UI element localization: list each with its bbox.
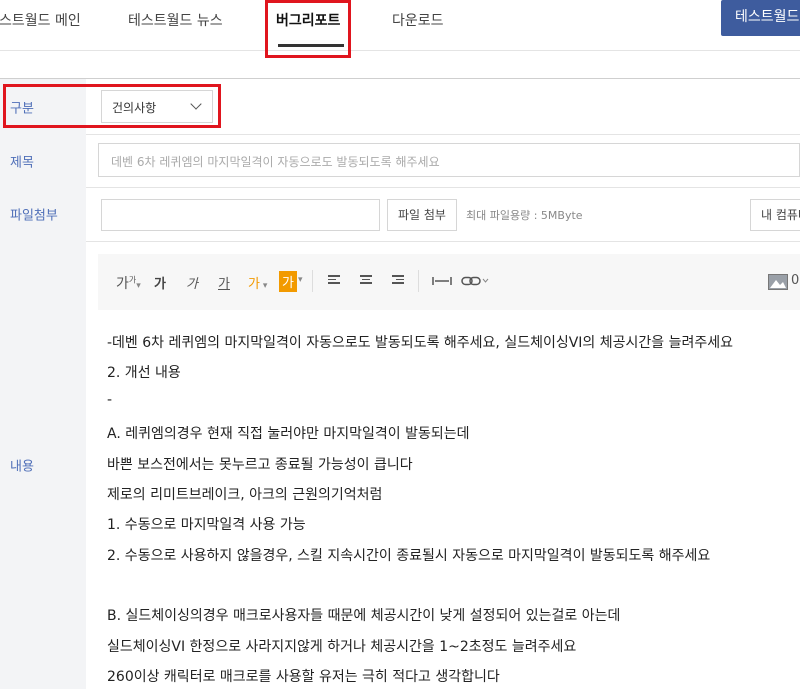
title-row: 제목 데벤 6차 레퀴엠의 마지막일격이 자동으로도 발동되도록 해주세요	[0, 134, 800, 188]
attachment-row: 파일첨부 파일 첨부 최대 파일용량 : 5MByte 내 컴퓨터	[0, 187, 800, 242]
max-size-hint: 최대 파일용량 : 5MByte	[466, 209, 583, 222]
toolbar-separator	[418, 270, 419, 292]
attachment-label-cell: 파일첨부	[0, 187, 86, 241]
editor-line: 2. 수동으로 사용하지 않을경우, 스킬 지속시간이 종료될시 자동으로 마지…	[107, 548, 711, 564]
editor-line: B. 실드체이싱의경우 매크로사용자들 때문에 체공시간이 낮게 설정되어 있는…	[107, 608, 621, 624]
testworld-button[interactable]: 테스트월드	[721, 0, 800, 36]
editor-body[interactable]: -데벤 6차 레퀴엠의 마지막일격이 자동으로도 발동되도록 해주세요, 실드체…	[98, 310, 800, 689]
highlight-box-category	[3, 84, 221, 128]
bg-color-dropdown-icon[interactable]: ▾	[298, 275, 303, 285]
image-icon[interactable]	[768, 274, 788, 290]
tab-testworld-news[interactable]: 테스트월드 뉴스	[128, 10, 223, 30]
highlight-box-tab	[265, 0, 351, 58]
font-size-button[interactable]: 가가▾	[116, 273, 141, 293]
editor-line: 제로의 리미트브레이크, 아크의 근원의기억처럼	[107, 487, 383, 503]
top-nav: 스트월드 메인 테스트월드 뉴스 버그리포트 다운로드	[0, 0, 800, 51]
align-right-icon[interactable]	[392, 275, 404, 286]
horizontal-rule-icon[interactable]	[432, 276, 452, 286]
attachment-label: 파일첨부	[10, 208, 58, 224]
bold-button[interactable]: 가	[154, 273, 166, 292]
editor-toolbar: 가가▾ 가 가 가 가 ▾ 가 ▾ 0	[98, 254, 800, 310]
title-label-cell: 제목	[0, 134, 86, 187]
editor-line: 실드체이싱VI 한정으로 사라지지않게 하거나 체공시간을 1~2초정도 늘려주…	[107, 639, 577, 655]
editor-line: 260이상 캐릭터로 매크로를 사용할 유저는 극히 적다고 생각합니다	[107, 669, 500, 685]
editor-line: A. 레퀴엠의경우 현재 직접 눌러야만 마지막일격이 발동되는데	[107, 426, 470, 442]
align-left-icon[interactable]	[328, 275, 340, 286]
bg-color-button[interactable]: 가	[279, 271, 297, 292]
title-placeholder: 데벤 6차 레퀴엠의 마지막일격이 자동으로도 발동되도록 해주세요	[111, 155, 440, 169]
tab-testworld-main[interactable]: 스트월드 메인	[0, 10, 81, 30]
editor-line: 2. 개선 내용	[107, 365, 181, 381]
attach-file-button[interactable]: 파일 첨부	[387, 199, 457, 231]
content-label-cell: 내용	[0, 241, 86, 689]
attachment-filename-field[interactable]	[101, 199, 380, 231]
align-center-icon[interactable]	[360, 275, 372, 286]
title-label: 제목	[10, 155, 34, 170]
font-color-button[interactable]: 가 ▾	[248, 273, 267, 292]
tab-download[interactable]: 다운로드	[392, 10, 444, 30]
image-button-label[interactable]: 0	[791, 273, 799, 288]
italic-button[interactable]: 가	[186, 273, 198, 292]
editor-line: 1. 수동으로 마지막일격 사용 가능	[107, 517, 306, 533]
underline-button[interactable]: 가	[218, 273, 230, 292]
title-input[interactable]: 데벤 6차 레퀴엠의 마지막일격이 자동으로도 발동되도록 해주세요	[98, 143, 800, 177]
my-computer-button[interactable]: 내 컴퓨터	[750, 199, 800, 231]
editor-line: -	[107, 392, 113, 408]
editor-line: 바쁜 보스전에서는 못누르고 종료될 가능성이 큽니다	[107, 457, 413, 473]
editor-line: -데벤 6차 레퀴엠의 마지막일격이 자동으로도 발동되도록 해주세요, 실드체…	[107, 335, 734, 351]
content-label: 내용	[10, 459, 34, 475]
link-icon[interactable]	[461, 276, 489, 286]
toolbar-separator	[312, 270, 313, 292]
